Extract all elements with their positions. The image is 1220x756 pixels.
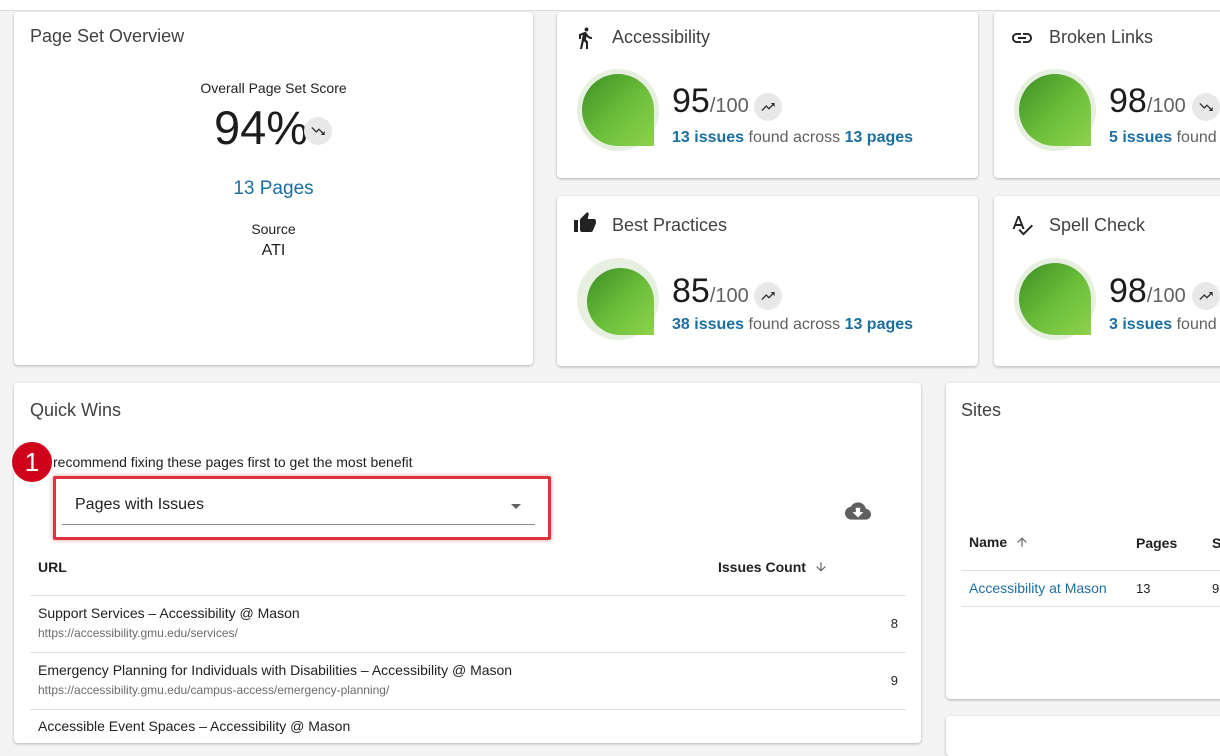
arrow-up-icon bbox=[1017, 537, 1027, 547]
row-page-url: https://accessibility.gmu.edu/campus-acc… bbox=[38, 683, 390, 697]
sites-third-column-header[interactable]: S bbox=[1212, 535, 1220, 551]
row-issues-count: 9 bbox=[890, 673, 898, 688]
broken-links-title: Broken Links bbox=[1049, 27, 1154, 47]
overall-score-label: Overall Page Set Score bbox=[200, 80, 347, 96]
broken-links-card[interactable]: Broken Links 98/100 5 issues found bbox=[994, 12, 1220, 178]
row-issues-count: 8 bbox=[890, 616, 898, 631]
best-practices-gauge bbox=[577, 258, 659, 340]
broken-links-score-value: 98 bbox=[1109, 82, 1147, 120]
trending-down-icon bbox=[1192, 93, 1220, 121]
sites-title: Sites bbox=[961, 400, 1002, 420]
broken-links-score-denominator: /100 bbox=[1146, 95, 1186, 117]
sites-divider bbox=[961, 570, 1220, 571]
best-practices-score: 85/100 bbox=[672, 272, 749, 311]
spell-check-card[interactable]: Spell Check 98/100 3 issues found bbox=[994, 196, 1220, 366]
trending-up-icon bbox=[754, 93, 782, 121]
sites-name-header-label: Name bbox=[969, 534, 1008, 550]
accessibility-issues-link[interactable]: 13 issues bbox=[672, 129, 744, 146]
accessibility-gauge bbox=[577, 69, 659, 151]
best-practices-score-denominator: /100 bbox=[709, 285, 749, 307]
spellcheck-icon bbox=[1012, 216, 1033, 236]
best-practices-issues: 38 issues found across 13 pages bbox=[672, 316, 913, 334]
best-practices-issues-text: found across bbox=[744, 316, 845, 333]
best-practices-pages-link[interactable]: 13 pages bbox=[845, 316, 913, 333]
site-name-link[interactable]: Accessibility at Mason bbox=[969, 580, 1107, 596]
thumbs-up-icon bbox=[574, 212, 596, 232]
page-set-overview-card: Page Set Overview Overall Page Set Score… bbox=[14, 12, 533, 365]
accessibility-title: Accessibility bbox=[612, 27, 711, 47]
broken-links-issues-link[interactable]: 5 issues bbox=[1109, 129, 1172, 146]
accessibility-score: 95/100 bbox=[672, 82, 749, 121]
trending-down-icon bbox=[304, 117, 332, 145]
accessibility-issues-text: found across bbox=[744, 129, 845, 146]
site-pages-count: 13 bbox=[1136, 581, 1151, 596]
best-practices-card[interactable]: Best Practices 85/100 38 issues found ac… bbox=[557, 196, 978, 366]
issues-count-column-header[interactable]: Issues Count bbox=[718, 559, 828, 575]
spell-check-score-denominator: /100 bbox=[1146, 285, 1186, 307]
broken-links-issues: 5 issues found bbox=[1109, 129, 1217, 147]
overall-score-value: 94% bbox=[214, 101, 309, 154]
spell-check-score: 98/100 bbox=[1109, 272, 1186, 311]
table-divider bbox=[30, 652, 906, 653]
accessibility-score-denominator: /100 bbox=[709, 95, 749, 117]
accessibility-card[interactable]: Accessibility 95/100 13 issues found acr… bbox=[557, 12, 978, 178]
annotation-step-marker: 1 bbox=[11, 441, 53, 483]
quick-wins-description: recommend fixing these pages first to ge… bbox=[53, 454, 413, 470]
site-third-value: 9 bbox=[1212, 581, 1220, 596]
sites-pages-column-header[interactable]: Pages bbox=[1136, 535, 1177, 551]
spell-check-issues-link[interactable]: 3 issues bbox=[1109, 316, 1172, 333]
best-practices-title: Best Practices bbox=[612, 215, 728, 235]
table-divider bbox=[30, 709, 906, 710]
row-page-title[interactable]: Emergency Planning for Individuals with … bbox=[38, 662, 512, 678]
broken-links-gauge bbox=[1014, 69, 1096, 151]
pages-link[interactable]: 13 Pages bbox=[14, 178, 533, 200]
cloud-download-icon[interactable] bbox=[844, 498, 872, 524]
trending-up-icon bbox=[1192, 282, 1220, 310]
overview-title: Page Set Overview bbox=[30, 26, 185, 46]
lower-right-card bbox=[946, 716, 1220, 756]
row-page-url: https://accessibility.gmu.edu/services/ bbox=[38, 626, 238, 640]
accessibility-score-value: 95 bbox=[672, 82, 710, 120]
spell-check-issues-text: found bbox=[1172, 316, 1217, 333]
source-label: Source bbox=[251, 221, 296, 237]
accessibility-issues: 13 issues found across 13 pages bbox=[672, 129, 913, 147]
spell-check-title: Spell Check bbox=[1049, 215, 1146, 235]
sites-name-column-header[interactable]: Name bbox=[969, 534, 1029, 550]
link-icon bbox=[1012, 33, 1032, 43]
row-page-title[interactable]: Support Services – Accessibility @ Mason bbox=[38, 605, 300, 621]
annotation-highlight-box bbox=[53, 476, 551, 540]
trending-up-icon bbox=[754, 282, 782, 310]
walking-person-icon bbox=[579, 27, 592, 49]
accessibility-pages-link[interactable]: 13 pages bbox=[845, 129, 913, 146]
broken-links-issues-text: found bbox=[1172, 129, 1217, 146]
arrow-down-icon bbox=[816, 562, 826, 572]
sites-card: Sites Name Pages S Accessibility at Maso… bbox=[946, 383, 1220, 699]
spell-check-score-value: 98 bbox=[1109, 272, 1147, 310]
best-practices-score-value: 85 bbox=[672, 272, 710, 310]
table-divider bbox=[30, 595, 906, 596]
source-value: ATI bbox=[261, 242, 286, 259]
spell-check-gauge bbox=[1014, 258, 1096, 340]
sites-divider bbox=[961, 606, 1220, 607]
best-practices-issues-link[interactable]: 38 issues bbox=[672, 316, 744, 333]
quick-wins-title: Quick Wins bbox=[30, 400, 122, 420]
url-column-header[interactable]: URL bbox=[38, 559, 67, 575]
top-bar bbox=[0, 0, 1220, 11]
spell-check-issues: 3 issues found bbox=[1109, 316, 1217, 334]
issues-count-header-label: Issues Count bbox=[718, 559, 806, 575]
broken-links-score: 98/100 bbox=[1109, 82, 1186, 121]
